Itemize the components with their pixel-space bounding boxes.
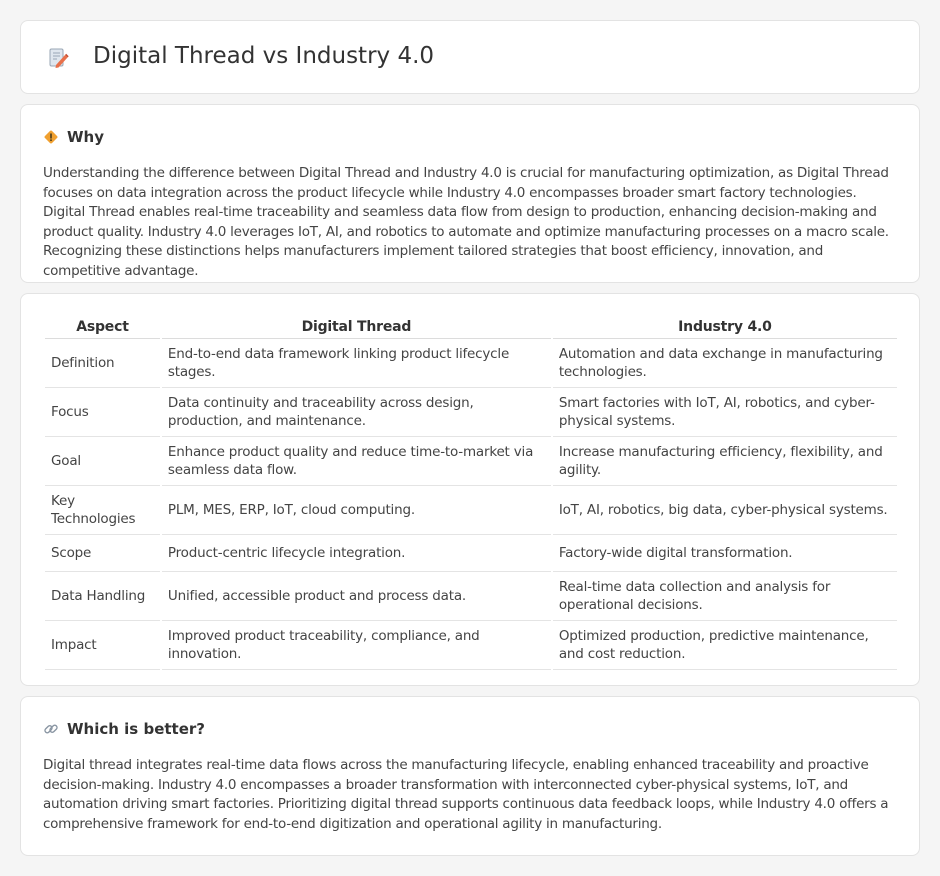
page-title: Digital Thread vs Industry 4.0 <box>93 43 435 69</box>
table-row: Focus Data continuity and traceability a… <box>45 388 897 437</box>
which-is-better-section: Which is better? Digital thread integrat… <box>20 696 920 856</box>
table-row: Goal Enhance product quality and reduce … <box>45 437 897 486</box>
row-aspect: Definition <box>45 339 160 388</box>
header-industry-4: Industry 4.0 <box>552 315 897 339</box>
row-digital-thread: Product-centric lifecycle integration. <box>161 535 551 572</box>
row-aspect: Scope <box>45 535 160 572</box>
row-digital-thread: Enhance product quality and reduce time-… <box>161 437 551 486</box>
better-title: Which is better? <box>67 720 205 738</box>
table-row: Key Technologies PLM, MES, ERP, IoT, clo… <box>45 486 897 535</box>
why-paragraph: Understanding the difference between Dig… <box>43 165 889 279</box>
row-aspect: Goal <box>45 437 160 486</box>
row-industry-4: IoT, AI, robotics, big data, cyber-physi… <box>552 486 897 535</box>
table-row: Definition End-to-end data framework lin… <box>45 339 897 388</box>
row-digital-thread: End-to-end data framework linking produc… <box>161 339 551 388</box>
better-heading: Which is better? <box>43 718 205 740</box>
title-card: Digital Thread vs Industry 4.0 <box>20 20 920 94</box>
row-industry-4: Real-time data collection and analysis f… <box>552 572 897 621</box>
header-aspect: Aspect <box>45 315 160 339</box>
row-digital-thread: Unified, accessible product and process … <box>161 572 551 621</box>
link-icon <box>44 724 58 734</box>
row-aspect: Data Handling <box>45 572 160 621</box>
why-heading: Why <box>43 126 104 148</box>
better-paragraph: Digital thread integrates real-time data… <box>43 757 889 832</box>
warning-sign-icon <box>44 130 58 144</box>
row-industry-4: Automation and data exchange in manufact… <box>552 339 897 388</box>
row-aspect: Key Technologies <box>45 486 160 535</box>
why-title: Why <box>67 128 105 146</box>
table-row: Scope Product-centric lifecycle integrat… <box>45 535 897 572</box>
table-row: Impact Improved product traceability, co… <box>45 621 897 670</box>
comparison-section: Aspect Digital Thread Industry 4.0 Defin… <box>20 293 920 686</box>
row-aspect: Focus <box>45 388 160 437</box>
row-industry-4: Optimized production, predictive mainten… <box>552 621 897 670</box>
row-industry-4: Factory-wide digital transformation. <box>552 535 897 572</box>
document-pencil-icon <box>49 48 69 68</box>
table-header-row: Aspect Digital Thread Industry 4.0 <box>45 315 897 339</box>
table-row: Data Handling Unified, accessible produc… <box>45 572 897 621</box>
row-industry-4: Smart factories with IoT, AI, robotics, … <box>552 388 897 437</box>
row-digital-thread: Improved product traceability, complianc… <box>161 621 551 670</box>
row-digital-thread: PLM, MES, ERP, IoT, cloud computing. <box>161 486 551 535</box>
header-digital-thread: Digital Thread <box>161 315 551 339</box>
why-section: Why Understanding the difference between… <box>20 104 920 283</box>
comparison-table: Aspect Digital Thread Industry 4.0 Defin… <box>43 315 899 670</box>
row-digital-thread: Data continuity and traceability across … <box>161 388 551 437</box>
row-industry-4: Increase manufacturing efficiency, flexi… <box>552 437 897 486</box>
row-aspect: Impact <box>45 621 160 670</box>
